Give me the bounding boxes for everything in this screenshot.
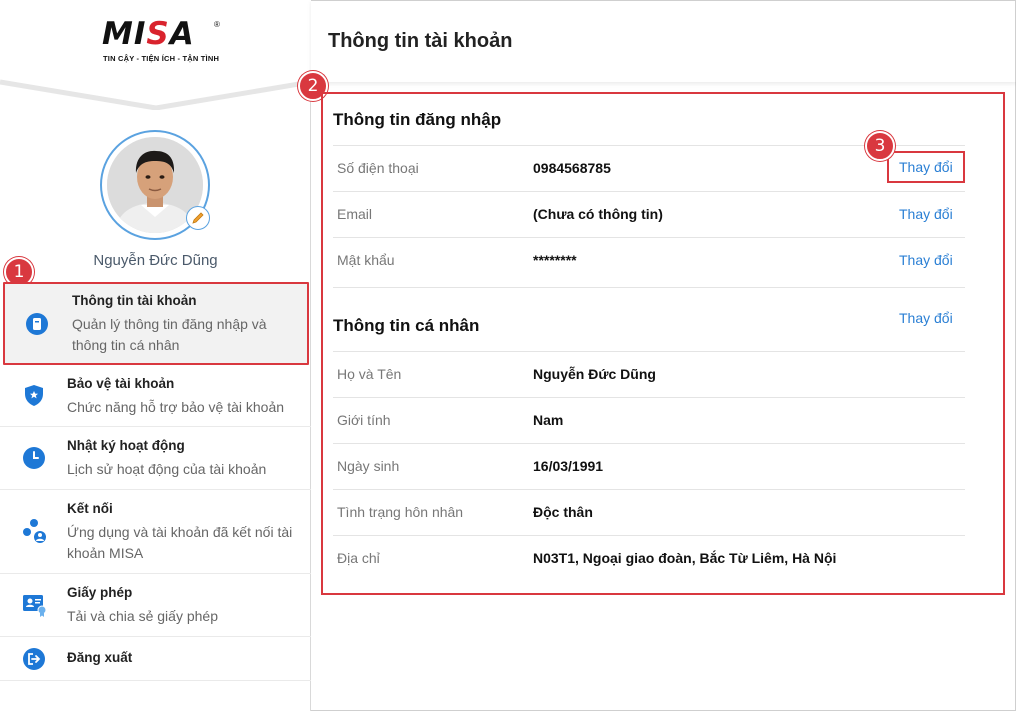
sidebar-item-logout[interactable]: Đăng xuất xyxy=(0,637,311,681)
marital-status-value: Độc thân xyxy=(533,504,593,520)
main-content: Thông tin tài khoản 2 Thông tin đăng nhậ… xyxy=(298,0,1016,711)
sidebar-item-title: Thông tin tài khoản xyxy=(72,293,197,308)
birthdate-value: 16/03/1991 xyxy=(533,458,604,474)
login-section-title: Thông tin đăng nhập xyxy=(333,110,502,129)
sidebar-item-connections[interactable]: Kết nối Ứng dụng và tài khoản đã kết nối… xyxy=(0,490,311,574)
pencil-icon[interactable] xyxy=(186,206,210,230)
sidebar-item-activity-log[interactable]: Nhật ký hoạt động Lịch sử hoạt động của … xyxy=(0,427,311,490)
annotation-badge-3: 3 xyxy=(865,131,895,161)
change-password-link[interactable]: Thay đổi xyxy=(899,252,953,268)
avatar[interactable] xyxy=(100,130,210,240)
sidebar-item-license[interactable]: Giấy phép Tải và chia sẻ giấy phép xyxy=(0,574,311,637)
password-value: ******** xyxy=(533,252,577,268)
sidebar-item-account-info[interactable]: Thông tin tài khoản Quản lý thông tin đă… xyxy=(3,282,309,365)
sidebar-menu: Thông tin tài khoản Quản lý thông tin đă… xyxy=(0,282,311,681)
shield-icon xyxy=(22,383,46,407)
address-value: N03T1, Ngoại giao đoàn, Bắc Từ Liêm, Hà … xyxy=(533,550,837,566)
main-header: Thông tin tài khoản xyxy=(311,0,1016,82)
sidebar-item-desc: Quản lý thông tin đăng nhập và thông tin… xyxy=(72,316,267,353)
password-label: Mật khẩu xyxy=(337,252,395,268)
sidebar-item-desc: Lịch sử hoạt động của tài khoản xyxy=(67,461,267,477)
logout-icon xyxy=(22,647,46,671)
sidebar-item-desc: Chức năng hỗ trợ bảo vệ tài khoản xyxy=(67,399,285,415)
marital-status-label: Tình trạng hôn nhân xyxy=(337,504,464,520)
personal-section-title: Thông tin cá nhân xyxy=(333,316,480,335)
fullname-label: Họ và Tên xyxy=(337,366,402,382)
address-row: Địa chỉ N03T1, Ngoại giao đoàn, Bắc Từ L… xyxy=(333,535,965,581)
sidebar-item-title: Bảo vệ tài khoản xyxy=(67,376,175,391)
gender-value: Nam xyxy=(533,412,564,428)
sidebar-item-title: Đăng xuất xyxy=(67,650,133,665)
change-phone-link[interactable]: Thay đổi xyxy=(887,151,965,183)
sidebar-item-title: Nhật ký hoạt động xyxy=(67,438,185,453)
fullname-row: Họ và Tên Nguyễn Đức Dũng xyxy=(333,351,965,397)
fullname-value: Nguyễn Đức Dũng xyxy=(533,366,656,382)
sidebar-item-desc: Tải và chia sẻ giấy phép xyxy=(67,608,218,624)
logo-area: MISA ® TIN CẬY - TIỆN ÍCH - TẬN TÌNH xyxy=(0,0,311,110)
user-name: Nguyễn Đức Dũng xyxy=(93,252,218,269)
sidebar: MISA ® TIN CẬY - TIỆN ÍCH - TẬN TÌNH Ngu… xyxy=(0,0,311,711)
change-email-link[interactable]: Thay đổi xyxy=(899,206,953,222)
misa-logo: MISA ® TIN CẬY - TIỆN ÍCH - TẬN TÌNH xyxy=(102,16,220,63)
sidebar-item-title: Kết nối xyxy=(67,501,113,516)
birthdate-label: Ngày sinh xyxy=(337,458,400,474)
clock-icon xyxy=(22,446,46,470)
gender-label: Giới tính xyxy=(337,412,391,428)
phone-value: 0984568785 xyxy=(533,160,611,176)
password-row: Mật khẩu ******** xyxy=(333,237,965,283)
email-value: (Chưa có thông tin) xyxy=(533,206,663,222)
phone-label: Số điện thoại xyxy=(337,160,419,176)
birthdate-row: Ngày sinh 16/03/1991 xyxy=(333,443,965,489)
section-divider xyxy=(333,287,965,288)
page-title: Thông tin tài khoản xyxy=(328,30,513,52)
gender-row: Giới tính Nam xyxy=(333,397,965,443)
email-row: Email (Chưa có thông tin) xyxy=(333,191,965,237)
sidebar-item-account-protection[interactable]: Bảo vệ tài khoản Chức năng hỗ trợ bảo vệ… xyxy=(0,365,311,427)
marital-status-row: Tình trạng hôn nhân Độc thân xyxy=(333,489,965,535)
email-label: Email xyxy=(337,206,373,222)
sidebar-item-desc: Ứng dụng và tài khoản đã kết nối tài kho… xyxy=(67,524,293,561)
account-info-icon xyxy=(25,312,49,336)
connect-icon xyxy=(22,518,46,543)
account-info-panel: Thông tin đăng nhập Số điện thoại 098456… xyxy=(321,92,1005,595)
license-icon xyxy=(22,593,47,617)
sidebar-item-title: Giấy phép xyxy=(67,585,133,600)
address-label: Địa chỉ xyxy=(337,550,380,566)
change-personal-link[interactable]: Thay đổi xyxy=(899,310,953,326)
